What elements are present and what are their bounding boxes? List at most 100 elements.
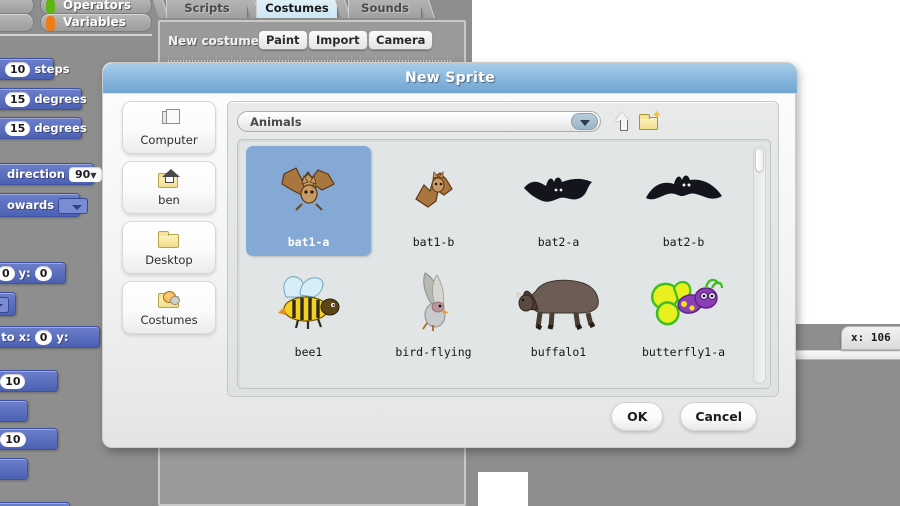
block-change-y-by[interactable]: y by 10: [0, 428, 58, 450]
ok-button[interactable]: OK: [611, 402, 664, 431]
category-button-blank-2[interactable]: [0, 13, 34, 32]
block-change-x-value[interactable]: 10: [0, 374, 26, 389]
block-glide-y-label: y:: [56, 330, 69, 344]
sprite-thumb-bird-flying: [371, 262, 496, 342]
browser-toolbar: Animals ✦: [237, 111, 771, 133]
block-point-direction-value[interactable]: 90▼: [69, 167, 103, 182]
editor-tabbar: Scripts Costumes Sounds: [152, 0, 472, 18]
camera-button[interactable]: Camera: [368, 30, 434, 50]
block-point-towards-dropdown[interactable]: [58, 197, 89, 214]
sidebar-item-ben[interactable]: ben: [122, 161, 216, 214]
sprite-cell-bat2-b[interactable]: bat2-b: [621, 146, 746, 256]
block-go-to-y-value[interactable]: 0: [34, 266, 53, 281]
category-button-variables[interactable]: Variables: [40, 13, 152, 32]
xy-readout-text: x: 106: [851, 331, 891, 344]
paint-button-label: Paint: [266, 33, 300, 47]
tab-sounds[interactable]: Sounds: [348, 0, 422, 18]
import-button-label: Import: [316, 33, 360, 47]
block-point-towards-label: owards: [7, 198, 55, 212]
sidebar-item-costumes-label: Costumes: [140, 313, 198, 327]
sprite-cell-buffalo1[interactable]: buffalo1: [496, 256, 621, 366]
grid-vertical-scrollbar[interactable]: [753, 146, 766, 384]
block-glide-x-value[interactable]: 0: [34, 330, 53, 345]
sprite-name-bat2-a: bat2-a: [537, 235, 580, 249]
sprite-cell-bird-flying[interactable]: bird-flying: [371, 256, 496, 366]
block-move-value[interactable]: 10: [5, 62, 31, 77]
block-glide-label: secs to x:: [0, 330, 31, 344]
sidebar-item-costumes[interactable]: Costumes: [122, 281, 216, 334]
block-change-x-by[interactable]: x by 10: [0, 370, 58, 392]
block-set-x-to[interactable]: o 0: [0, 400, 28, 422]
tab-costumes-label: Costumes: [265, 1, 329, 15]
block-turn-right-label: degrees: [34, 92, 87, 106]
block-point-direction-label: direction: [7, 167, 65, 181]
dialog-button-row: OK Cancel: [599, 402, 757, 431]
folder-select[interactable]: Animals: [237, 111, 601, 132]
sprite-name-bat1-a: bat1-a: [287, 235, 330, 249]
up-arrow-icon[interactable]: [615, 112, 630, 131]
sprite-thumb-bee1: [246, 262, 371, 342]
cancel-button[interactable]: Cancel: [680, 402, 757, 431]
grid-scrollbar-thumb[interactable]: [755, 148, 764, 172]
block-glide-secs[interactable]: secs to x: 0 y:: [0, 326, 100, 348]
block-turn-left-value[interactable]: 15: [5, 121, 31, 136]
dialog-sidebar: Computer ben Desktop Costumes: [122, 101, 218, 341]
file-browser: Animals ✦ bat1-a bat1-b bat2-a bat2-b be…: [227, 101, 779, 397]
block-point-towards[interactable]: owards: [0, 193, 89, 217]
sprite-cell-butterfly1-a[interactable]: butterfly1-a: [621, 256, 746, 366]
tab-scripts-label: Scripts: [184, 1, 230, 15]
sprite-thumb-bat2-a: [496, 152, 621, 232]
sidebar-item-computer[interactable]: Computer: [122, 101, 216, 154]
new-costume-label: New costume:: [168, 34, 264, 48]
block-dropdown-stub[interactable]: [0, 292, 16, 316]
home-folder-icon: [158, 169, 180, 188]
block-if-on-edge-bounce[interactable]: lge, bounce: [0, 502, 70, 506]
screen: x: 106 Scripts Costumes Sounds New costu…: [0, 0, 900, 506]
block-move-steps[interactable]: 10 steps: [0, 58, 70, 80]
sprite-cell-bat1-b[interactable]: bat1-b: [371, 146, 496, 256]
sprite-thumb-bat1-b: [371, 152, 496, 232]
tab-costumes[interactable]: Costumes: [256, 0, 338, 18]
sprite-thumb-bat2-b: [621, 152, 746, 232]
dialog-title-bar[interactable]: New Sprite: [103, 63, 797, 94]
sidebar-item-desktop[interactable]: Desktop: [122, 221, 216, 274]
camera-button-label: Camera: [376, 33, 426, 47]
scratch-cat-folder-icon: [158, 289, 180, 308]
sprite-name-butterfly1-a: butterfly1-a: [641, 345, 726, 359]
sprite-cell-bee1[interactable]: bee1: [246, 256, 371, 366]
sprite-list-area: [472, 452, 900, 506]
category-variables-label: Variables: [63, 15, 126, 29]
tab-scripts[interactable]: Scripts: [166, 0, 248, 18]
sprite-thumb-buffalo1: [496, 262, 621, 342]
costume-thumbnail-placeholder: [478, 472, 528, 506]
sprite-name-bat1-b: bat1-b: [412, 235, 455, 249]
new-sprite-dialog: New Sprite Computer ben Desktop Costumes…: [102, 62, 797, 448]
new-folder-icon[interactable]: ✦: [639, 111, 661, 130]
block-go-to-x-value[interactable]: 0: [0, 266, 15, 281]
sidebar-item-ben-label: ben: [158, 193, 180, 207]
sprite-grid: bat1-a bat1-b bat2-a bat2-b bee1 bird-fl…: [237, 139, 771, 389]
sidebar-item-computer-label: Computer: [140, 133, 198, 147]
tab-sounds-label: Sounds: [361, 1, 409, 15]
block-go-to-xy[interactable]: 0 y: 0: [0, 262, 66, 284]
sprite-thumb-bat1-a: [246, 152, 371, 232]
documents-icon: [158, 109, 180, 128]
sprite-name-buffalo1: buffalo1: [530, 345, 587, 359]
sprite-cell-bat1-a[interactable]: bat1-a: [246, 146, 371, 256]
block-turn-right[interactable]: 15 degrees: [0, 88, 87, 110]
sprite-cell-bat2-a[interactable]: bat2-a: [496, 146, 621, 256]
chevron-down-icon[interactable]: [571, 113, 598, 130]
block-change-y-value[interactable]: 10: [0, 432, 26, 447]
block-point-direction[interactable]: direction 90▼: [0, 163, 103, 185]
sprite-name-bird-flying: bird-flying: [395, 345, 472, 359]
sprite-thumb-butterfly1-a: [621, 262, 746, 342]
paint-button[interactable]: Paint: [258, 30, 308, 50]
operators-color-dot: [46, 0, 55, 14]
block-turn-right-value[interactable]: 15: [5, 92, 31, 107]
import-button[interactable]: Import: [308, 30, 368, 50]
block-turn-left[interactable]: 15 degrees: [0, 117, 87, 139]
block-set-y-to[interactable]: o 0: [0, 458, 28, 480]
block-dropdown-stub-menu[interactable]: [0, 296, 9, 313]
category-operators-label: Operators: [63, 0, 131, 12]
block-move-label: steps: [34, 62, 70, 76]
